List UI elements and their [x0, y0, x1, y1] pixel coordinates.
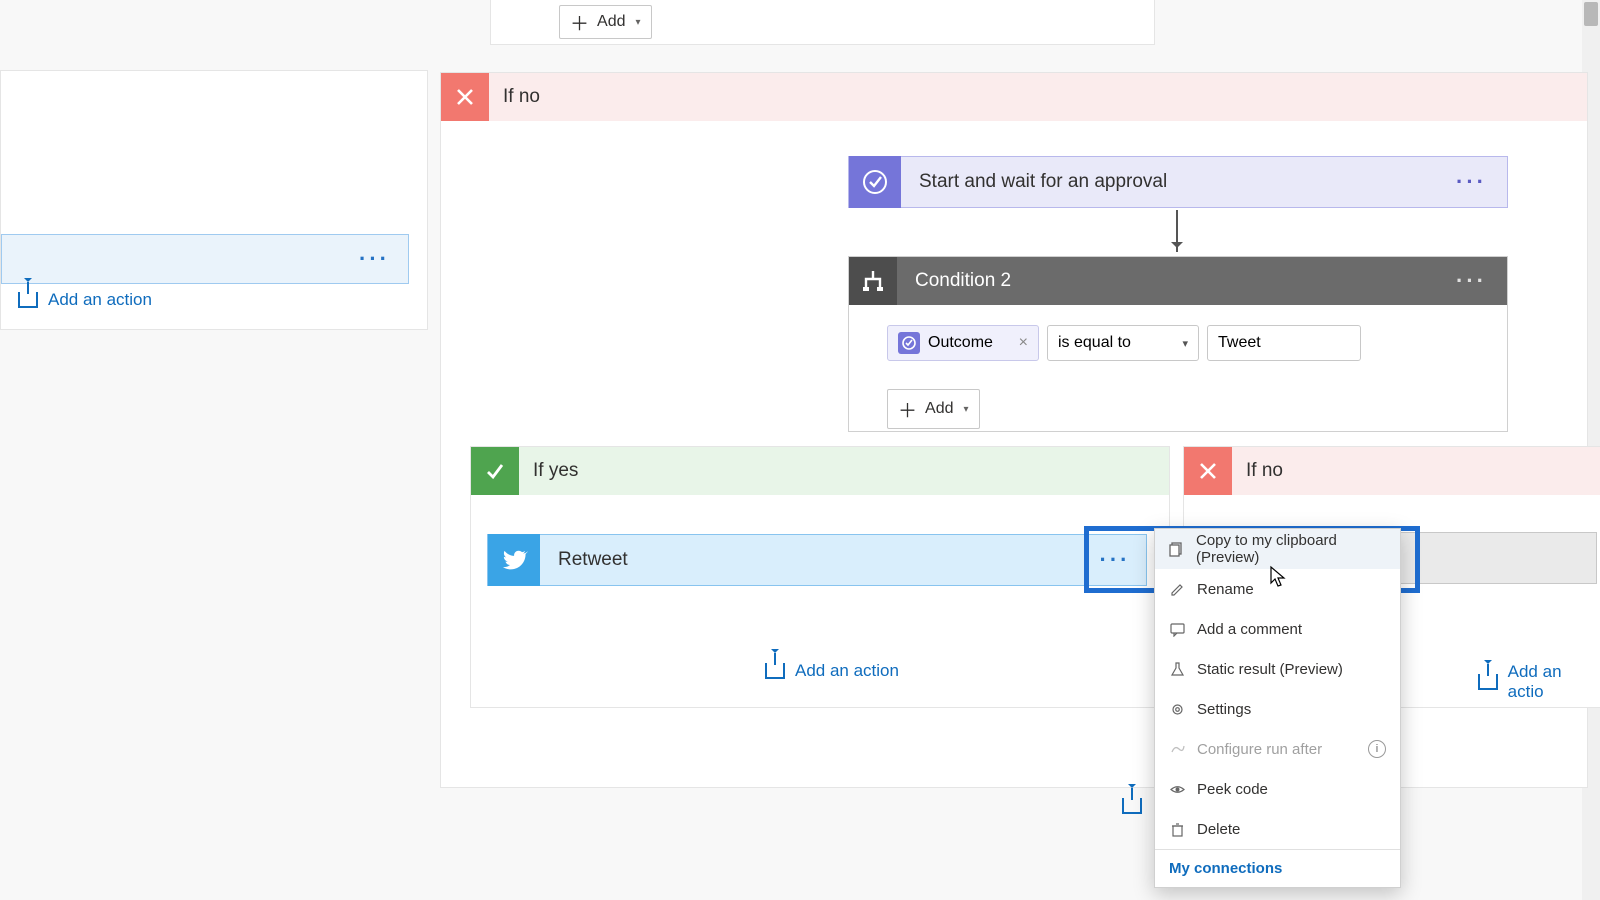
flow-canvas: ＋ Add ▾ ··· Add an action If no Start an…: [0, 0, 1600, 900]
ctx-label: Rename: [1197, 581, 1254, 598]
action-drop-icon: [765, 663, 785, 679]
condition-icon: [849, 257, 897, 305]
action-drop-icon: [18, 292, 38, 308]
ctx-peek-code[interactable]: Peek code: [1155, 769, 1400, 809]
ctx-add-comment[interactable]: Add a comment: [1155, 609, 1400, 649]
ctx-delete[interactable]: Delete: [1155, 809, 1400, 849]
if-no-nested-header[interactable]: If no: [1184, 447, 1600, 495]
ctx-label: Static result (Preview): [1197, 661, 1343, 678]
operator-select[interactable]: is equal to ▾: [1047, 325, 1199, 361]
add-action-left[interactable]: Add an action: [18, 290, 152, 310]
ctx-label: Copy to my clipboard (Preview): [1196, 532, 1386, 566]
gear-icon: [1169, 701, 1185, 717]
if-no-header[interactable]: If no: [441, 73, 1587, 121]
ctx-settings[interactable]: Settings: [1155, 689, 1400, 729]
add-condition-button[interactable]: ＋ Add ▾: [887, 389, 980, 429]
if-no-label: If no: [503, 86, 540, 108]
if-no-nested-label: If no: [1246, 460, 1283, 482]
ctx-label: My connections: [1169, 860, 1282, 877]
copy-icon: [1169, 541, 1184, 557]
approval-title: Start and wait for an approval: [901, 171, 1456, 193]
connector-arrow: [1176, 210, 1178, 252]
token-label: Outcome: [928, 334, 993, 352]
approval-icon: [849, 156, 901, 208]
add-label: Add: [597, 13, 625, 31]
retweet-card[interactable]: Retweet ···: [487, 534, 1147, 586]
condition-title: Condition 2: [897, 270, 1456, 292]
add-action-label: Add an action: [795, 661, 899, 681]
token-icon: [898, 332, 920, 354]
add-action-ifyes[interactable]: Add an action: [765, 661, 899, 681]
ctx-copy-clipboard[interactable]: Copy to my clipboard (Preview): [1155, 529, 1400, 569]
condition-header[interactable]: Condition 2 ···: [849, 257, 1507, 305]
add-label: Add: [925, 400, 953, 418]
ctx-my-connections[interactable]: My connections: [1155, 850, 1400, 887]
add-button-top[interactable]: ＋ Add ▾: [559, 5, 652, 39]
ctx-label: Settings: [1197, 701, 1251, 718]
approval-card[interactable]: Start and wait for an approval ···: [848, 156, 1508, 208]
chevron-down-icon: ▾: [1182, 337, 1188, 350]
ctx-configure-run-after: Configure run after i: [1155, 729, 1400, 769]
context-menu: Copy to my clipboard (Preview) Rename Ad…: [1154, 528, 1401, 888]
action-drop-icon: [1478, 674, 1498, 690]
operator-label: is equal to: [1058, 334, 1131, 352]
x-icon: [441, 73, 489, 121]
eye-icon: [1169, 781, 1185, 797]
twitter-icon: [488, 534, 540, 586]
ctx-label: Peek code: [1197, 781, 1268, 798]
add-action-bottom[interactable]: [1122, 798, 1142, 814]
scrollbar-thumb[interactable]: [1584, 2, 1598, 26]
trash-icon: [1169, 821, 1185, 837]
ctx-rename[interactable]: Rename: [1155, 569, 1400, 609]
if-yes-label: If yes: [533, 460, 578, 482]
ctx-static-result[interactable]: Static result (Preview): [1155, 649, 1400, 689]
info-icon[interactable]: i: [1368, 740, 1386, 758]
plus-icon: ＋: [898, 396, 917, 423]
ctx-label: Configure run after: [1197, 741, 1322, 758]
chevron-down-icon: ▾: [635, 17, 640, 28]
comment-icon: [1169, 621, 1185, 637]
flask-icon: [1169, 661, 1185, 677]
add-action-ifno[interactable]: Add an actio: [1478, 662, 1600, 702]
ctx-label: Delete: [1197, 821, 1240, 838]
runafter-icon: [1169, 741, 1185, 757]
outcome-token[interactable]: Outcome ×: [887, 325, 1039, 361]
add-action-label: Add an actio: [1508, 662, 1600, 702]
left-action-card[interactable]: ···: [1, 234, 409, 284]
add-action-label: Add an action: [48, 290, 152, 310]
plus-icon: ＋: [570, 9, 589, 36]
x-icon: [1184, 447, 1232, 495]
pencil-icon: [1169, 581, 1185, 597]
retweet-title: Retweet: [540, 549, 1084, 571]
condition-card[interactable]: Condition 2 ··· Outcome × is equal to ▾ …: [848, 256, 1508, 432]
ctx-label: Add a comment: [1197, 621, 1302, 638]
check-icon: [471, 447, 519, 495]
chevron-down-icon: ▾: [963, 404, 968, 415]
remove-token-icon[interactable]: ×: [1019, 334, 1028, 352]
action-drop-icon: [1122, 798, 1142, 814]
value-input[interactable]: [1207, 325, 1361, 361]
retweet-more-button[interactable]: ···: [1084, 534, 1146, 586]
condition-body: Outcome × is equal to ▾ ＋ Add ▾: [849, 305, 1507, 449]
if-yes-header[interactable]: If yes: [471, 447, 1169, 495]
